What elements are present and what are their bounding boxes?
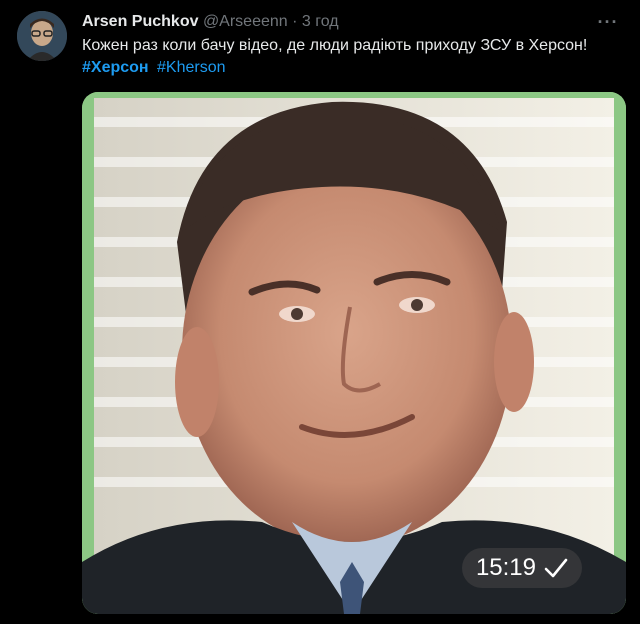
photo-illustration (82, 92, 626, 614)
checkmark-icon (544, 558, 568, 578)
more-horizontal-icon[interactable]: ··· (596, 10, 620, 34)
message-time-badge: 15:19 (461, 548, 582, 588)
hashtags: #Херсон #Kherson (82, 57, 230, 79)
timestamp: 15:19 (475, 554, 536, 581)
separator-dot: · (292, 13, 298, 30)
hashtag-link[interactable]: #Херсон (82, 59, 149, 76)
author-name[interactable]: Arsen Puchkov (82, 13, 198, 30)
tweet-media-image[interactable]: 15:19 (82, 92, 626, 614)
tweet-time[interactable]: 3 год (302, 13, 339, 30)
avatar[interactable] (17, 11, 67, 61)
tweet-header: Arsen Puchkov @Arseeenn · 3 год (82, 12, 600, 32)
author-handle[interactable]: @Arseeenn (203, 13, 288, 30)
tweet-text: Кожен раз коли бачу відео, де люди радію… (82, 37, 588, 54)
hashtag-link[interactable]: #Kherson (157, 59, 226, 76)
